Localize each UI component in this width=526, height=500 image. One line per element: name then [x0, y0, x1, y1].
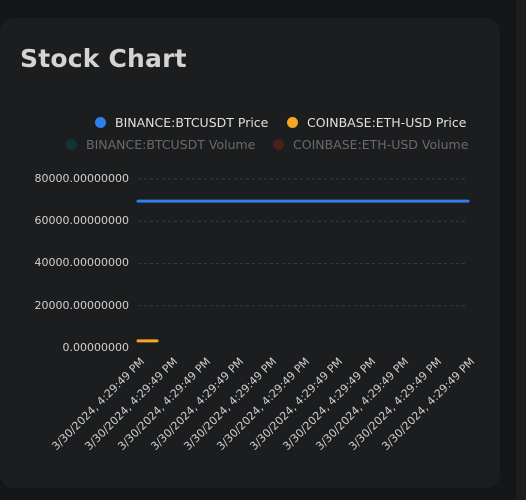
chart-gridlines [138, 178, 468, 307]
chart-series-layer [136, 199, 470, 343]
